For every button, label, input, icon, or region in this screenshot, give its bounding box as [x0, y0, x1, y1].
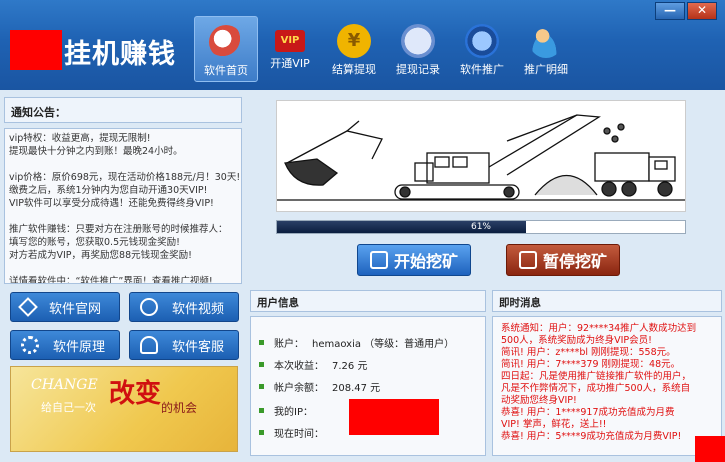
- nav-records[interactable]: 提现记录: [386, 16, 450, 82]
- mining-machine-illustration: [276, 100, 686, 212]
- website-button-label: 软件官网: [49, 301, 102, 317]
- notice-line: 详情看软件中：“软件推广”界面！查看推广视频!: [9, 276, 213, 284]
- row-label: 我的IP：: [274, 407, 313, 418]
- excavator-drawing: [277, 114, 685, 201]
- message-line: 恭喜! 用户：1****917成功充值成为月费: [501, 407, 675, 418]
- row-label: 本次收益：: [274, 361, 324, 372]
- bullet-icon: [259, 430, 264, 435]
- nav-promote-detail[interactable]: 推广明细: [514, 16, 578, 82]
- main-nav: 软件首页 VIP 开通VIP ¥ 结算提现 提现记录 软件推广 推广明细: [194, 16, 578, 82]
- banner-slogan: 给自己一次: [41, 401, 96, 414]
- bullet-icon: [259, 408, 264, 413]
- house-icon: [209, 25, 243, 59]
- user-row-time: 现在时间：: [259, 425, 324, 440]
- video-button[interactable]: 软件视频: [129, 292, 239, 322]
- pause-mining-button[interactable]: 暂停挖矿: [506, 244, 620, 276]
- nav-records-label: 提现记录: [396, 63, 440, 76]
- notice-line: vip特权：收益更高，提现无限制!: [9, 133, 151, 144]
- messages-panel: 系统通知：用户：92****34推广人数成功达到 500人，系统奖励成为终身VI…: [492, 316, 722, 456]
- message-line: 简讯! 用户：z****bl 刚刚提现：558元。: [501, 347, 676, 358]
- nav-promote-detail-label: 推广明细: [524, 63, 568, 76]
- start-mining-label: 开始挖矿: [393, 252, 458, 271]
- share-icon: [465, 24, 499, 58]
- user-row-account: 账户： hemaoxia （等级：普通用户）: [259, 335, 454, 350]
- notice-line: VIP软件可以享受分成待遇！还能免费得终身VIP!: [9, 198, 214, 209]
- notice-title: 通知公告：: [4, 97, 242, 123]
- record-icon: [401, 24, 435, 58]
- user-info-panel: 账户： hemaoxia （等级：普通用户） 本次收益： 7.26 元 帐户余额…: [250, 316, 486, 456]
- message-line: 凡是不作弊情况下，成功推广500人，系统自: [501, 383, 691, 394]
- mining-progress-bar: 61%: [276, 220, 686, 234]
- play-icon: [369, 251, 388, 269]
- row-value: hemaoxia （等级：普通用户）: [312, 339, 455, 350]
- pause-icon: [518, 251, 537, 269]
- banner-chance: 的机会: [161, 401, 198, 415]
- message-line: 简讯! 用户：7****379 刚刚提现：48元。: [501, 359, 681, 370]
- close-button[interactable]: ✕: [687, 2, 717, 20]
- video-icon: [140, 298, 158, 316]
- nav-withdraw[interactable]: ¥ 结算提现: [322, 16, 386, 82]
- ip-time-redaction: [349, 399, 439, 435]
- user-row-balance: 帐户余额： 208.47 元: [259, 379, 380, 394]
- promo-banner[interactable]: CHANGE 改变 给自己一次 的机会: [10, 366, 238, 452]
- nav-withdraw-label: 结算提现: [332, 63, 376, 76]
- banner-change: CHANGE: [31, 377, 98, 393]
- notice-line: 推广软件赚钱：只要对方在注册账号的时候推荐人：: [9, 224, 228, 235]
- message-line: 四日起：凡是使用推广链接推广软件的用户，: [501, 371, 692, 382]
- pause-mining-label: 暂停挖矿: [542, 252, 607, 271]
- bullet-icon: [259, 362, 264, 367]
- send-icon: [18, 297, 38, 317]
- user-info-title: 用户信息: [250, 290, 486, 312]
- nav-promote[interactable]: 软件推广: [450, 16, 514, 82]
- video-button-label: 软件视频: [172, 301, 225, 317]
- notice-line: 填写您的账号，您获取0.5元钱现金奖励!: [9, 237, 180, 248]
- bullet-icon: [259, 340, 264, 345]
- logo-redaction: [10, 30, 62, 70]
- bullet-icon: [259, 384, 264, 389]
- app-title: 挂机赚钱: [64, 39, 176, 70]
- row-label: 现在时间：: [274, 429, 324, 440]
- nav-promote-label: 软件推广: [460, 63, 504, 76]
- notice-line: 缴费之后，系统1分钟内为您自动开通30天VIP!: [9, 185, 208, 196]
- window-controls: — ✕: [655, 2, 717, 20]
- website-button[interactable]: 软件官网: [10, 292, 120, 322]
- row-label: 帐户余额：: [274, 383, 324, 394]
- row-value: 208.47 元: [332, 383, 381, 394]
- row-value: 7.26 元: [332, 361, 368, 372]
- message-line: VIP! 掌声，鲜花，送上!!: [501, 419, 607, 430]
- service-button[interactable]: 软件客服: [129, 330, 239, 360]
- nav-vip-label: 开通VIP: [270, 57, 310, 70]
- vip-icon: VIP: [275, 30, 305, 52]
- message-line: 系统通知：用户：92****34推广人数成功达到: [501, 323, 697, 334]
- progress-label: 61%: [470, 222, 491, 232]
- notice-line: vip价格：原价698元，现在活动价格188元/月！30天!: [9, 172, 241, 183]
- notice-line: 提现最快十分钟之内到账！最晚24小时。: [9, 146, 183, 157]
- banner-gaibian: 改变: [109, 379, 162, 409]
- nav-home-label: 软件首页: [204, 64, 248, 77]
- row-label: 账户：: [274, 339, 304, 350]
- nav-home[interactable]: 软件首页: [194, 16, 258, 82]
- header-bar: 挂机赚钱 — ✕ 软件首页 VIP 开通VIP ¥ 结算提现 提现记录 软件推广…: [0, 0, 725, 90]
- corner-redaction: [695, 436, 725, 462]
- coin-icon: ¥: [337, 24, 371, 58]
- user-row-ip: 我的IP：: [259, 403, 313, 418]
- notice-line: 对方若成为VIP，再奖励您88元钱现金奖励!: [9, 250, 192, 261]
- start-mining-button[interactable]: 开始挖矿: [357, 244, 471, 276]
- gear-icon: [21, 336, 39, 354]
- nav-vip[interactable]: VIP 开通VIP: [258, 16, 322, 82]
- principle-button-label: 软件原理: [53, 339, 106, 355]
- message-line: 500人，系统奖励成为终身VIP会员!: [501, 335, 652, 346]
- users-icon: [529, 24, 563, 58]
- principle-button[interactable]: 软件原理: [10, 330, 120, 360]
- service-button-label: 软件客服: [172, 339, 225, 355]
- minimize-button[interactable]: —: [655, 2, 685, 20]
- notice-board: vip特权：收益更高，提现无限制! 提现最快十分钟之内到账！最晚24小时。 vi…: [4, 128, 242, 284]
- message-line: 恭喜! 用户：5****9成功充值成为月费VIP!: [501, 431, 682, 442]
- person-icon: [140, 336, 158, 354]
- messages-title: 即时消息: [492, 290, 722, 312]
- message-line: 动奖励您终身VIP!: [501, 395, 577, 406]
- user-row-earnings: 本次收益： 7.26 元: [259, 357, 367, 372]
